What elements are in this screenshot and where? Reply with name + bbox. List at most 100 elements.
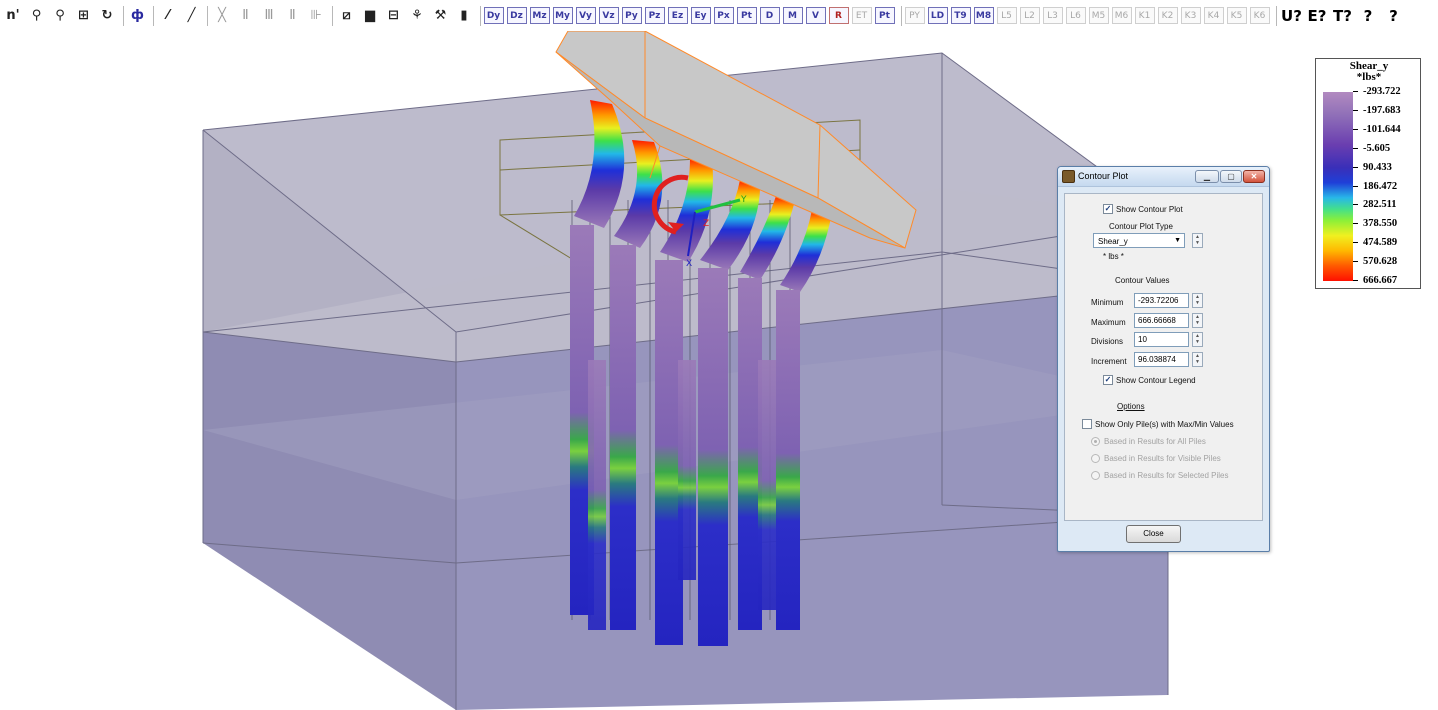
- result-my-button[interactable]: My: [552, 7, 573, 24]
- probe-pin-button[interactable]: ⚲: [26, 5, 48, 27]
- result-dz-button[interactable]: Dz: [506, 7, 527, 24]
- type-spin-button[interactable]: ▲ ▼: [1192, 233, 1203, 248]
- result-k4-button[interactable]: K4: [1203, 7, 1224, 24]
- dialog-titlebar[interactable]: Contour Plot ▁ ▢ ✕: [1058, 167, 1269, 187]
- contour-plot-type-value: Shear_y: [1098, 237, 1128, 246]
- radio-selected-piles-label: Based in Results for Selected Piles: [1104, 471, 1229, 480]
- result-pt2-button[interactable]: Pt: [874, 7, 895, 24]
- legend-tick: 570.628: [1353, 256, 1421, 268]
- result-k5-button[interactable]: K5: [1226, 7, 1247, 24]
- axis-x-label: X: [686, 259, 692, 269]
- result-l6-button[interactable]: L6: [1065, 7, 1086, 24]
- pile-group-button[interactable]: Ⅱ: [235, 5, 257, 27]
- result-m6-button[interactable]: M6: [1111, 7, 1132, 24]
- legend-title-unit: *lbs*: [1356, 71, 1382, 83]
- result-v-button[interactable]: V: [805, 7, 826, 24]
- soil-layer-lower-left: [203, 332, 456, 710]
- pile-group3-button[interactable]: Ⅱ: [282, 5, 304, 27]
- result-pt-button[interactable]: Pt: [736, 7, 757, 24]
- result-et-button[interactable]: ET: [851, 7, 872, 24]
- close-window-button[interactable]: ✕: [1243, 170, 1265, 183]
- show-only-piles-checkbox[interactable]: [1082, 419, 1092, 429]
- legend-title: Shear_y *lbs*: [1316, 61, 1422, 83]
- radio-all-piles[interactable]: [1091, 437, 1100, 446]
- pile-8-shaft: [678, 360, 696, 580]
- result-vy-button[interactable]: Vy: [575, 7, 596, 24]
- pile-2-shaft: [610, 245, 636, 630]
- result-k3-button[interactable]: K3: [1180, 7, 1201, 24]
- result-ld-button[interactable]: LD: [927, 7, 948, 24]
- result-vz-button[interactable]: Vz: [598, 7, 619, 24]
- unit-label: * lbs *: [1103, 252, 1124, 261]
- result-t9-button[interactable]: T9: [950, 7, 971, 24]
- result-d-button[interactable]: D: [759, 7, 780, 24]
- scale-button[interactable]: ▮: [453, 5, 475, 27]
- error-help-button[interactable]: E?: [1305, 5, 1329, 27]
- result-mz-button[interactable]: Mz: [529, 7, 550, 24]
- about-help-button[interactable]: ?: [1382, 5, 1406, 27]
- report-button[interactable]: ⊟: [383, 5, 405, 27]
- result-l5-button[interactable]: L5: [996, 7, 1017, 24]
- grid-button[interactable]: ⊞: [73, 5, 95, 27]
- line-button[interactable]: ╱: [181, 5, 203, 27]
- result-r-button[interactable]: R: [828, 7, 849, 24]
- chevron-down-icon: ▼: [1174, 237, 1181, 244]
- result-pz-button[interactable]: Pz: [644, 7, 665, 24]
- bulb-help-button[interactable]: ?: [1356, 5, 1380, 27]
- result-l3-button[interactable]: L3: [1042, 7, 1063, 24]
- maximum-input[interactable]: 666.66668: [1134, 313, 1189, 328]
- result-m-button[interactable]: M: [782, 7, 803, 24]
- minimum-input[interactable]: -293.72206: [1134, 293, 1189, 308]
- legend-tick-label: -5.605: [1363, 142, 1391, 154]
- result-m8-button[interactable]: M8: [973, 7, 994, 24]
- maximize-button[interactable]: ▢: [1220, 170, 1242, 183]
- toolbar-separator: [331, 5, 333, 26]
- rotate-button[interactable]: ↻: [96, 5, 118, 27]
- color-contour-button[interactable]: ▆: [359, 5, 381, 27]
- probe-pin2-button[interactable]: ⚲: [49, 5, 71, 27]
- result-ey-button[interactable]: Ey: [690, 7, 711, 24]
- legend-tick-mark: [1353, 109, 1358, 111]
- contour-plot-type-select[interactable]: Shear_y ▼: [1093, 233, 1185, 248]
- show-contour-legend-checkbox[interactable]: ✓: [1103, 375, 1113, 385]
- tips-help-button[interactable]: T?: [1331, 5, 1355, 27]
- result-ez-button[interactable]: Ez: [667, 7, 688, 24]
- minimize-button[interactable]: ▁: [1195, 170, 1219, 183]
- contour-legend: Shear_y *lbs* -293.722 -197.683 -101.644 -5…: [1315, 58, 1421, 289]
- soil-button[interactable]: ⚒: [430, 5, 452, 27]
- pile-cap-button[interactable]: ф: [127, 5, 149, 27]
- units-help-button[interactable]: U?: [1280, 5, 1304, 27]
- result-k2-button[interactable]: K2: [1157, 7, 1178, 24]
- maximum-spin-button[interactable]: ▲ ▼: [1192, 313, 1203, 328]
- result-m5-button[interactable]: M5: [1088, 7, 1109, 24]
- dialog-body: ✓ Show Contour Plot Contour Plot Type Sh…: [1064, 193, 1263, 521]
- dashed-line-button[interactable]: ⁄: [157, 5, 179, 27]
- show-contour-plot-checkbox[interactable]: ✓: [1103, 204, 1113, 214]
- legend-tick: 474.589: [1353, 237, 1421, 249]
- toolbar-separator: [207, 5, 208, 26]
- result-k6-button[interactable]: K6: [1249, 7, 1270, 24]
- result-py2-button[interactable]: PY: [904, 7, 925, 24]
- result-l2-button[interactable]: L2: [1019, 7, 1040, 24]
- delete-pile-button[interactable]: ╳: [211, 5, 233, 27]
- increment-spin-button[interactable]: ▲ ▼: [1192, 352, 1203, 367]
- result-dy-button[interactable]: Dy: [483, 7, 504, 24]
- toolbar-separator: [153, 5, 154, 26]
- result-px-button[interactable]: Px: [713, 7, 734, 24]
- radio-visible-piles[interactable]: [1091, 454, 1100, 463]
- divisions-input[interactable]: 10: [1134, 332, 1189, 347]
- minimum-spin-button[interactable]: ▲ ▼: [1192, 293, 1203, 308]
- deformed-shape-button[interactable]: ⧄: [336, 5, 358, 27]
- legend-tick-label: 570.628: [1363, 256, 1398, 268]
- radio-selected-piles[interactable]: [1091, 471, 1100, 480]
- legend-tick-mark: [1353, 128, 1358, 130]
- pile-group2-button[interactable]: Ⅲ: [258, 5, 280, 27]
- result-py-button[interactable]: Py: [621, 7, 642, 24]
- pile-group4-button[interactable]: ⊪: [305, 5, 327, 27]
- divisions-spin-button[interactable]: ▲ ▼: [1192, 332, 1203, 347]
- loads-button[interactable]: ⚘: [406, 5, 428, 27]
- increment-input[interactable]: 96.038874: [1134, 352, 1189, 367]
- node-tool-button[interactable]: n': [2, 5, 24, 27]
- close-button[interactable]: Close: [1126, 525, 1181, 543]
- result-k1-button[interactable]: K1: [1134, 7, 1155, 24]
